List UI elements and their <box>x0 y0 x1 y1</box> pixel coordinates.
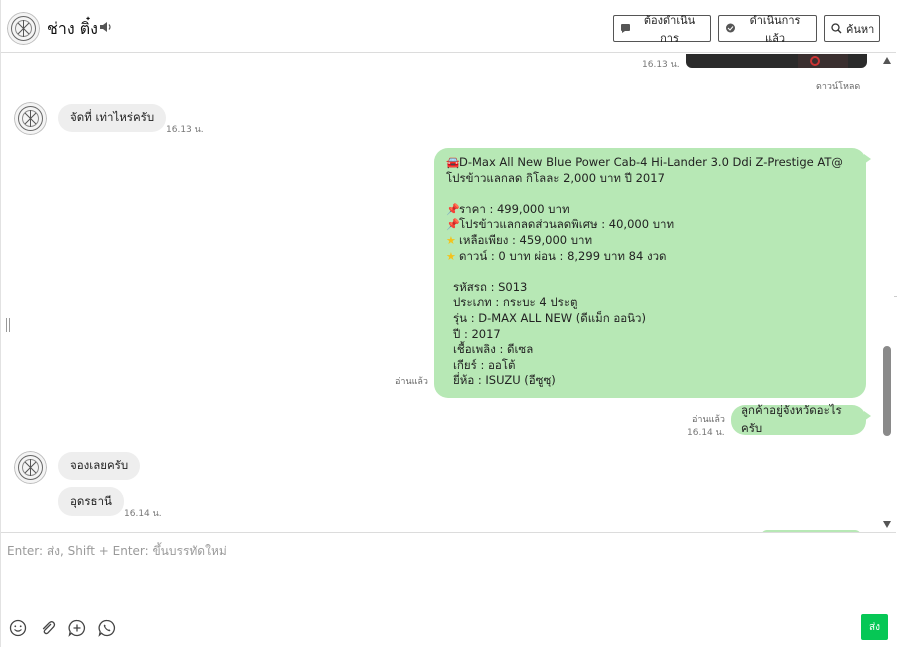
download-link[interactable]: ดาวน์โหลด <box>816 79 860 93</box>
todo-button[interactable]: ต้องดำเนินการ <box>613 15 711 45</box>
message-line: เชื้อเพลิง : ดีเซล <box>453 342 534 357</box>
image-detail <box>798 54 848 68</box>
message-line: 📌ราคา : 499,000 บาท <box>446 201 570 216</box>
contact-avatar[interactable] <box>7 12 40 45</box>
bubble-tail <box>864 411 871 421</box>
comment-icon <box>621 24 630 33</box>
comment-check-icon <box>726 23 735 33</box>
message-text: อุดรธานี <box>70 493 112 508</box>
emoji-icon[interactable] <box>9 619 27 637</box>
resize-handle[interactable] <box>6 318 10 332</box>
message-line: รหัสรถ : S013 <box>453 279 528 294</box>
read-receipt: อ่านแล้ว <box>692 415 725 425</box>
car-icon: 🚘 <box>446 156 460 169</box>
contact-name: ช่าง ติ๋ง <box>47 19 98 38</box>
done-button[interactable]: ดำเนินการแล้ว <box>718 15 817 45</box>
search-icon <box>831 23 842 34</box>
message-line: ปี : 2017 <box>453 326 501 341</box>
message-line: ยี่ห้อ : ISUZU (อีซูซุ) <box>453 373 556 388</box>
incoming-message[interactable]: จองเลยครับ <box>58 452 141 480</box>
message-line: ★ เหลือเพียง : 459,000 บาท <box>446 232 593 247</box>
attachment-icon[interactable] <box>39 619 57 637</box>
message-text: จองเลยครับ <box>70 458 129 472</box>
incoming-message[interactable]: จัดที่ เท่าไหร่ครับ <box>58 104 167 132</box>
scroll-thumb[interactable] <box>883 346 891 436</box>
search-label: ค้นหา <box>846 23 875 36</box>
contact-avatar[interactable] <box>14 102 47 135</box>
message-time: 16.13 น. <box>166 125 204 135</box>
message-text: จัดที่ เท่าไหร่ครับ <box>70 110 155 124</box>
search-button[interactable]: ค้นหา <box>824 15 880 42</box>
outgoing-message[interactable]: 🚘D-Max All New Blue Power Cab-4 Hi-Lande… <box>434 148 871 398</box>
message-time: 16.13 น. <box>642 60 680 70</box>
phone-chat-icon[interactable] <box>98 619 116 637</box>
message-line: โปรข้าวแลกลด กิโลละ 2,000 บาท ปี 2017 <box>446 170 665 185</box>
pushpin-icon: 📌 <box>446 218 460 232</box>
message-line: เกียร์ : ออโต้ <box>453 357 516 372</box>
outgoing-message[interactable]: ลูกค้าอยู่จังหวัดอะไรครับ <box>731 403 871 435</box>
add-sticker-icon[interactable] <box>68 619 86 637</box>
image-message[interactable] <box>686 54 867 68</box>
message-list[interactable]: 16.13 น. ดาวน์โหลด จัดที่ เท่าไหร่ครับ 1… <box>1 54 879 532</box>
send-button[interactable]: ส่ง <box>861 614 888 640</box>
message-time: 16.14 น. <box>687 428 725 438</box>
message-line: 🚘D-Max All New Blue Power Cab-4 Hi-Lande… <box>446 155 843 169</box>
message-text: ลูกค้าอยู่จังหวัดอะไรครับ <box>741 403 842 435</box>
message-line: ★ ดาวน์ : 0 บาท ผ่อน : 8,299 บาท 84 งวด <box>446 248 667 263</box>
message-line: ประเภท : กระบะ 4 ประตู <box>453 295 578 310</box>
scroll-down-arrow[interactable] <box>883 521 891 528</box>
message-input[interactable] <box>1 533 879 603</box>
done-label: ดำเนินการแล้ว <box>749 14 801 45</box>
chat-header: ช่าง ติ๋ง ต้องดำเนินการ ดำเนินการแล้ว ค้… <box>1 0 896 53</box>
message-composer: ส่ง <box>1 532 896 647</box>
pushpin-icon: 📌 <box>446 202 460 216</box>
image-detail <box>810 56 820 66</box>
message-line: 📌โปรข้าวแลกลดส่วนลดพิเศษ : 40,000 บาท <box>446 217 675 232</box>
scroll-up-arrow[interactable] <box>883 57 891 64</box>
bubble-tail <box>864 154 871 164</box>
star-icon: ★ <box>446 249 456 263</box>
speaker-icon[interactable] <box>99 20 113 34</box>
todo-label: ต้องดำเนินการ <box>643 14 696 45</box>
star-icon: ★ <box>446 233 456 247</box>
contact-avatar[interactable] <box>14 451 47 484</box>
chat-scrollbar[interactable] <box>880 54 894 532</box>
incoming-message[interactable]: อุดรธานี <box>58 487 124 516</box>
message-time: 16.14 น. <box>124 509 162 519</box>
read-receipt: อ่านแล้ว <box>395 377 428 387</box>
message-line: รุ่น : D-MAX ALL NEW (ดีแม็ก ออนิว) <box>453 310 646 325</box>
chat-app: ช่าง ติ๋ง ต้องดำเนินการ ดำเนินการแล้ว ค้… <box>0 0 897 647</box>
